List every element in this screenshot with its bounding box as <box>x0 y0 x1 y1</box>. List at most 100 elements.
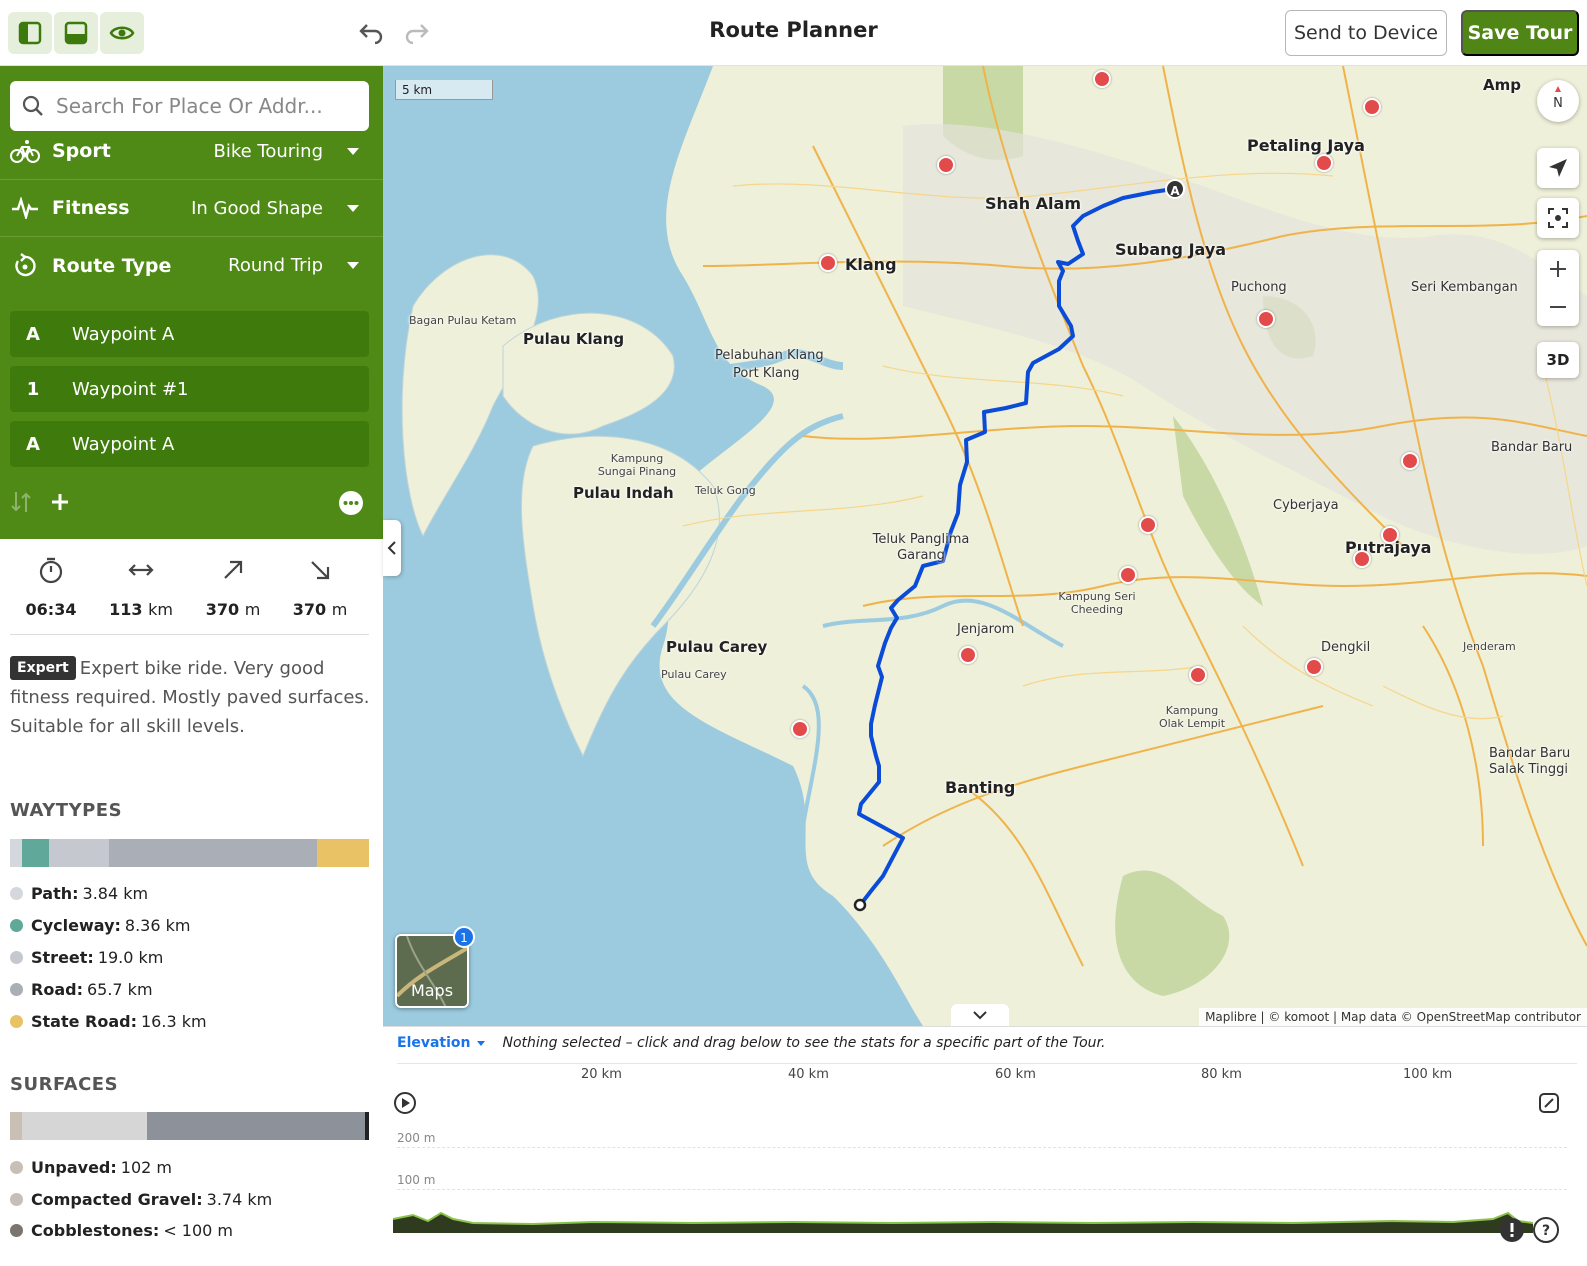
place-label: Dengkil <box>1321 640 1371 655</box>
sport-label: Sport <box>52 140 111 162</box>
waypoint-start[interactable]: A Waypoint A <box>10 311 369 357</box>
waypoint-1[interactable]: 1 Waypoint #1 <box>10 366 369 412</box>
place-label: Puchong <box>1231 280 1287 295</box>
legend-value: 19.0 km <box>97 948 164 967</box>
elevation-panel[interactable]: Elevation Nothing selected – click and d… <box>383 1026 1587 1266</box>
elevation-hint: Nothing selected – click and drag below … <box>502 1035 1106 1051</box>
search-input[interactable] <box>56 94 346 118</box>
redo-button[interactable] <box>399 16 435 50</box>
surface-compacted-gravel[interactable]: Compacted Gravel: 3.74 km <box>10 1190 272 1209</box>
bike-poi-icon[interactable] <box>1119 566 1137 584</box>
legend-value: 3.84 km <box>82 884 149 903</box>
downhill-arrow-icon <box>311 561 330 580</box>
x-tick: 100 km <box>1403 1067 1453 1082</box>
waytype-state-road[interactable]: State Road: 16.3 km <box>10 1012 207 1031</box>
bike-poi-icon[interactable] <box>959 646 977 664</box>
place-label: Jenjarom <box>957 622 1015 637</box>
place-label: Port Klang <box>733 366 800 381</box>
bike-poi-icon[interactable] <box>1189 666 1207 684</box>
fit-route-button[interactable] <box>1537 198 1579 238</box>
toggle-preview-button[interactable] <box>100 12 144 54</box>
map-attribution[interactable]: Maplibre | © komoot | Map data © OpenStr… <box>1199 1008 1587 1026</box>
map-canvas[interactable]: Petaling Jaya Shah Alam Subang Jaya Klan… <box>383 66 1587 1026</box>
surfaces-bar[interactable] <box>10 1112 369 1140</box>
bike-poi-icon[interactable] <box>1257 310 1275 328</box>
collapse-sidebar-button[interactable] <box>383 520 401 576</box>
zoom-out-icon[interactable] <box>1548 297 1568 317</box>
toggle-elevation-button[interactable] <box>54 12 98 54</box>
locate-button[interactable] <box>1537 148 1579 188</box>
legend-name: Compacted Gravel: <box>31 1190 203 1209</box>
undo-button[interactable] <box>353 16 389 50</box>
bike-poi-icon[interactable] <box>937 156 955 174</box>
place-label: Pulau Klang <box>523 330 625 348</box>
compass-icon: N <box>1553 86 1563 111</box>
legend-dot <box>10 1193 23 1206</box>
bottom-panel-icon <box>64 21 88 45</box>
legend-value: 16.3 km <box>141 1012 207 1031</box>
surface-cobblestones[interactable]: Cobblestones: < 100 m <box>10 1221 233 1240</box>
3d-button[interactable]: 3D <box>1537 342 1579 378</box>
location-arrow-icon <box>1549 159 1567 177</box>
waytype-path[interactable]: Path: 3.84 km <box>10 884 148 903</box>
bike-poi-icon[interactable] <box>1305 658 1323 676</box>
waypoint-badge: A <box>26 433 40 455</box>
place-label: Pelabuhan Klang <box>715 348 824 363</box>
help-icon[interactable]: ? <box>1533 1217 1559 1243</box>
legend-dot <box>10 951 23 964</box>
add-waypoint-icon[interactable] <box>50 492 70 512</box>
bike-poi-icon[interactable] <box>1381 526 1399 544</box>
bike-poi-icon[interactable] <box>1093 70 1111 88</box>
elevation-dropdown[interactable]: Elevation <box>397 1035 471 1051</box>
waytype-street[interactable]: Street: 19.0 km <box>10 948 163 967</box>
sport-selector[interactable]: Sport Bike Touring <box>0 123 383 180</box>
waytype-road[interactable]: Road: 65.7 km <box>10 980 153 999</box>
place-label: Cyberjaya <box>1273 498 1339 513</box>
play-icon[interactable] <box>393 1091 417 1115</box>
place-label: Pulau Indah <box>573 484 674 502</box>
difficulty-badge: Expert <box>10 656 76 680</box>
round-trip-icon <box>10 251 40 281</box>
bike-poi-icon[interactable] <box>819 254 837 272</box>
gridline <box>397 1189 1567 1190</box>
surface-unpaved[interactable]: Unpaved: 102 m <box>10 1158 172 1177</box>
stat-distance: 113 km <box>96 556 186 619</box>
bike-poi-icon[interactable] <box>1315 154 1333 172</box>
save-tour-button[interactable]: Save Tour <box>1461 10 1579 56</box>
svg-text:?: ? <box>1542 1223 1550 1239</box>
fullscreen-icon[interactable] <box>1537 1091 1561 1115</box>
waytype-cycleway[interactable]: Cycleway: 8.36 km <box>10 916 190 935</box>
reorder-icon[interactable] <box>10 490 32 514</box>
compass-label: N <box>1553 96 1563 111</box>
legend-value: 102 m <box>120 1158 172 1177</box>
bike-poi-icon[interactable] <box>791 720 809 738</box>
send-to-device-button[interactable]: Send to Device <box>1285 10 1447 56</box>
bike-poi-icon[interactable] <box>1401 452 1419 470</box>
fitness-selector[interactable]: Fitness In Good Shape <box>0 180 383 237</box>
waypoint-end[interactable]: A Waypoint A <box>10 421 369 467</box>
compass-button[interactable]: N <box>1537 80 1579 122</box>
route-type-selector[interactable]: Route Type Round Trip <box>0 237 383 294</box>
waytypes-bar[interactable] <box>10 839 369 867</box>
route-start-marker[interactable]: A <box>1165 179 1185 199</box>
bike-poi-icon[interactable] <box>1363 98 1381 116</box>
map-scale: 5 km <box>395 80 493 100</box>
toggle-sidebar-button[interactable] <box>8 12 52 54</box>
collapse-elevation-button[interactable] <box>951 1004 1009 1026</box>
place-label: Bandar Baru <box>1491 440 1573 455</box>
zoom-in-icon[interactable] <box>1548 259 1568 279</box>
waypoint-badge: 1 <box>26 378 40 400</box>
stat-uphill: 370 m <box>188 556 278 619</box>
bike-poi-icon[interactable] <box>1353 550 1371 568</box>
x-tick: 80 km <box>1201 1067 1242 1082</box>
place-label: Seri Kembangan <box>1411 280 1518 295</box>
legend-name: Path: <box>31 884 79 903</box>
duration-value: 06:34 <box>25 600 77 619</box>
more-options-icon[interactable] <box>338 490 364 516</box>
chevron-down-icon <box>973 1011 987 1020</box>
bike-poi-icon[interactable] <box>1139 516 1157 534</box>
fit-bounds-icon <box>1548 208 1568 228</box>
legend-dot <box>10 919 23 932</box>
place-label: Klang <box>845 255 897 274</box>
warning-icon[interactable] <box>1499 1217 1525 1243</box>
